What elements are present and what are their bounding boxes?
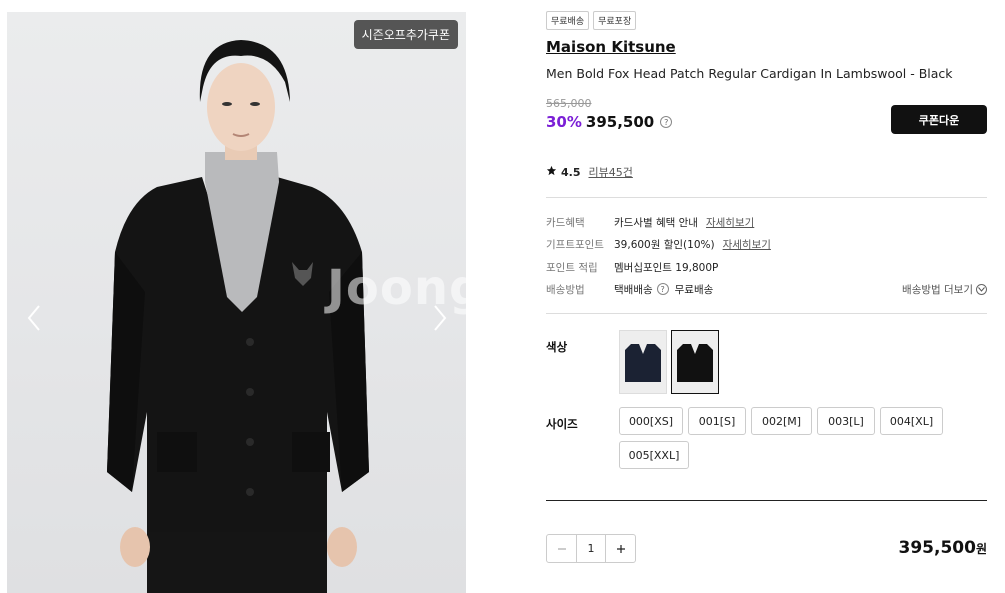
chevron-down-icon [976,284,987,295]
minus-icon[interactable] [547,535,576,562]
quantity-stepper: 1 [546,534,636,563]
shipping-more-label: 배송방법 더보기 [902,284,973,296]
size-option-m[interactable]: 002[M] [751,407,812,435]
free-wrapping-badge: 무료포장 [593,11,637,30]
brand-link[interactable]: Maison Kitsune [546,38,676,56]
rating-summary: 4.5 리뷰45건 [546,164,633,180]
question-circle-icon[interactable]: ? [656,283,669,295]
shipping-method: 택배배송 [614,283,653,296]
season-coupon-tag[interactable]: 시즌오프추가쿠폰 [353,20,458,49]
shipping-row: 배송방법 택배배송 ? 무료배송 [546,281,713,297]
card-benefit-value: 카드사별 혜택 안내 [614,216,698,229]
gift-point-value: 39,600원 할인(10%) [614,238,715,251]
color-swatch-black[interactable] [671,330,719,394]
shipping-label: 배송방법 [546,283,585,296]
sale-price: 395,500 [585,113,655,131]
original-price: 565,000 [546,97,592,110]
card-benefit-detail-link[interactable]: 자세히보기 [706,215,754,230]
star-icon [546,165,557,179]
plus-icon[interactable] [606,535,635,562]
size-option-xxl[interactable]: 005[XXL] [619,441,689,469]
badge-list: 무료배송 무료포장 [546,11,637,30]
free-shipping-badge: 무료배송 [546,11,590,30]
coupon-download-button[interactable]: 쿠폰다운 [891,105,987,134]
total-amount: 395,500 [898,538,976,558]
gift-point-row: 기프트포인트 39,600원 할인(10%) 자세히보기 [546,236,771,252]
color-label: 색상 [546,340,568,354]
color-swatch-navy[interactable] [619,330,667,394]
gift-point-label: 기프트포인트 [546,238,604,251]
chevron-left-icon[interactable] [23,302,47,334]
divider [546,197,987,198]
point-label: 포인트 적립 [546,261,598,274]
product-image-gallery[interactable]: Joong 시즌오프추가쿠폰 [7,12,466,593]
shipping-more-button[interactable]: 배송방법 더보기 [902,282,987,297]
total-price: 395,500원 [899,538,987,558]
product-info-panel: 무료배송 무료포장 Maison Kitsune Men Bold Fox He… [546,0,987,593]
review-count-link[interactable]: 리뷰45건 [589,164,633,180]
quantity-value[interactable]: 1 [576,535,606,562]
size-option-s[interactable]: 001[S] [688,407,746,435]
rating-score: 4.5 [561,165,581,179]
gift-point-detail-link[interactable]: 자세히보기 [723,237,771,252]
size-label: 사이즈 [546,417,578,431]
card-benefit-label: 카드혜택 [546,216,585,229]
discount-rate: 30% [546,113,582,131]
chevron-right-icon[interactable] [427,302,451,334]
product-name: Men Bold Fox Head Patch Regular Cardigan… [546,66,953,81]
divider [546,313,987,314]
size-option-l[interactable]: 003[L] [817,407,875,435]
price-row: 30% 395,500 ? [546,113,673,131]
divider [546,500,987,501]
currency-unit: 원 [975,542,987,556]
size-option-xs[interactable]: 000[XS] [619,407,683,435]
shipping-fee: 무료배송 [674,283,714,296]
point-row: 포인트 적립 멤버십포인트 19,800P [546,259,718,275]
point-value: 멤버십포인트 19,800P [614,261,719,274]
question-circle-icon[interactable]: ? [660,116,673,128]
size-option-xl[interactable]: 004[XL] [880,407,943,435]
card-benefit-row: 카드혜택 카드사별 혜택 안내 자세히보기 [546,214,754,230]
